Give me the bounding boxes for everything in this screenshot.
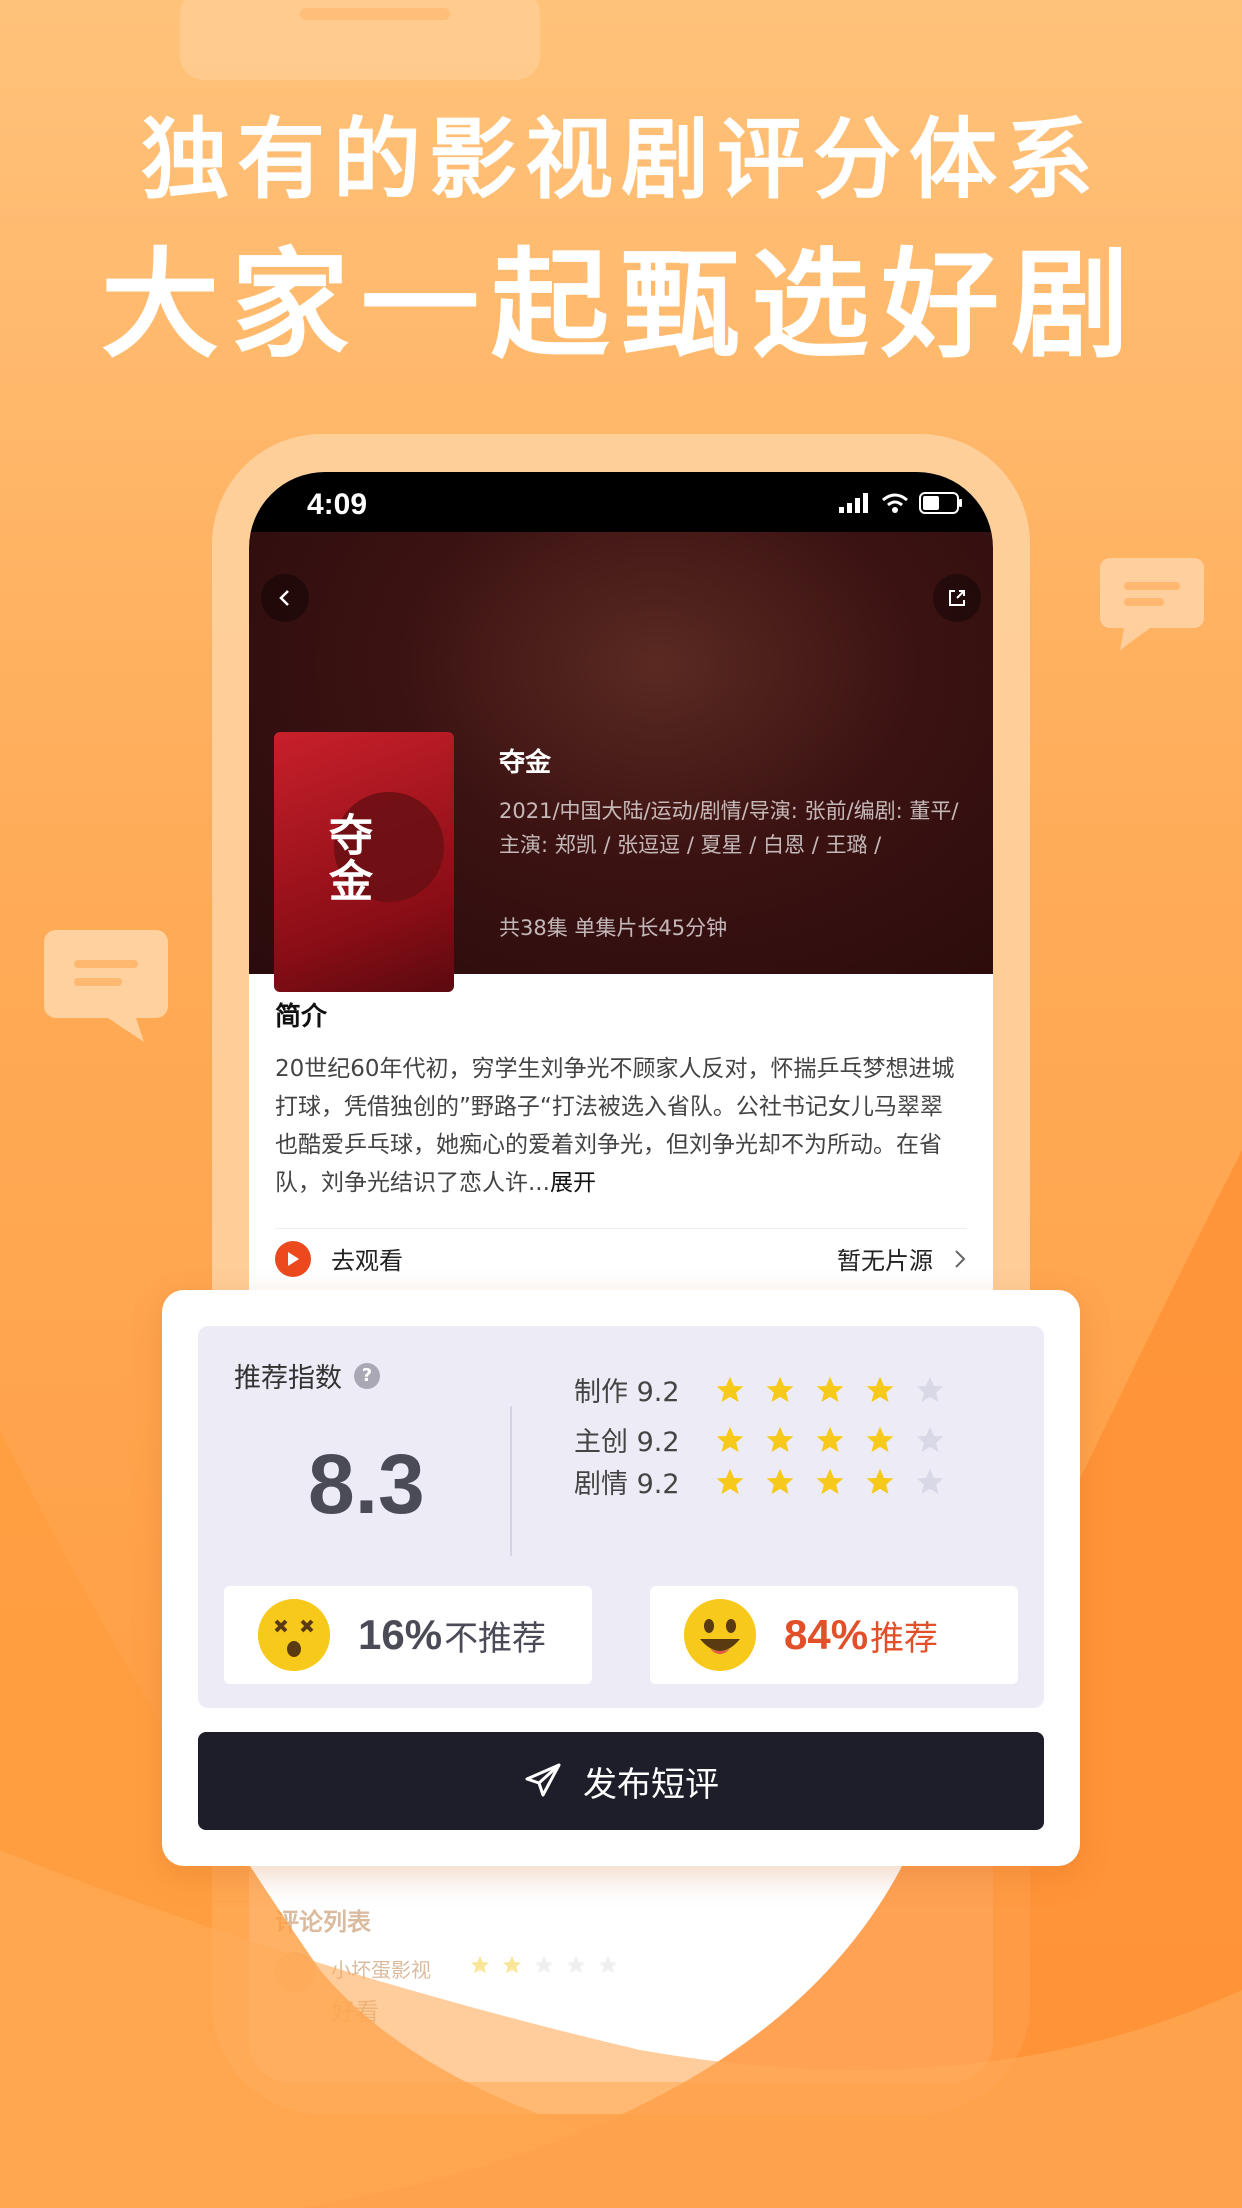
- recommend-button[interactable]: 84% 推荐: [650, 1586, 1018, 1684]
- movie-episodes: 共38集 单集片长45分钟: [499, 916, 728, 940]
- hero-line-2: 大家一起甄选好剧: [100, 236, 1141, 374]
- smile-face-icon: [684, 1599, 756, 1671]
- recommend-index-text: 推荐指数: [234, 1363, 342, 1394]
- star-filled-icon: [502, 1955, 522, 1974]
- publish-review-button[interactable]: 发布短评: [198, 1732, 1044, 1830]
- paper-plane-icon: [525, 1763, 561, 1797]
- rating-label: 剧情 9.2: [574, 1469, 680, 1500]
- not-recommend-pct: 16%: [358, 1611, 443, 1658]
- star-empty-icon: [566, 1955, 586, 1974]
- rating-row-creators: 主创 9.2: [574, 1420, 946, 1459]
- rating-label: 制作 9.2: [574, 1377, 680, 1408]
- rating-stars: [714, 1374, 946, 1406]
- star-filled-icon: [766, 1426, 794, 1452]
- status-time: 4:09: [307, 488, 368, 521]
- hero-headline: 独有的影视剧评分体系 大家一起甄选好剧: [0, 100, 1242, 380]
- comment-text: 好看: [331, 1998, 379, 2026]
- intro-title: 简介: [275, 1002, 328, 1032]
- notch: [419, 472, 823, 528]
- star-empty-icon: [916, 1426, 944, 1452]
- expand-link[interactable]: 展开: [550, 1170, 596, 1196]
- battery-icon: [919, 492, 962, 514]
- recommend-index-label: 推荐指数 ?: [234, 1356, 380, 1395]
- chat-bubble-decor: [44, 930, 168, 1042]
- chat-bubble-decor: [180, 0, 540, 80]
- star-filled-icon: [470, 1955, 490, 1974]
- star-filled-icon: [816, 1376, 844, 1402]
- rating-row-production: 制作 9.2: [574, 1370, 946, 1409]
- wifi-icon: [882, 493, 908, 513]
- chevron-left-icon: [279, 590, 289, 606]
- signal-icon: [839, 493, 868, 513]
- star-filled-icon: [766, 1468, 794, 1494]
- star-filled-icon: [866, 1468, 894, 1494]
- star-filled-icon: [816, 1468, 844, 1494]
- source-status-text: 暂无片源: [837, 1247, 933, 1275]
- rating-panel: 推荐指数 ? 8.3 制作 9.2 主创 9.2 剧情 9.2 16% 不推荐 …: [198, 1326, 1044, 1708]
- movie-title: 夺金: [499, 748, 552, 778]
- intro-text: 20世纪60年代初，穷学生刘争光不顾家人反对，怀揣乒乓梦想进城打球，凭借独创的”…: [275, 1050, 965, 1202]
- movie-meta: 2021/中国大陆/运动/剧情/导演: 张前/编剧: 董平/主演: 郑凯 / 张…: [499, 799, 959, 857]
- star-filled-icon: [716, 1376, 744, 1402]
- publish-review-label: 发布短评: [583, 1764, 719, 1805]
- watch-row[interactable]: 去观看 暂无片源: [275, 1228, 967, 1288]
- star-filled-icon: [716, 1468, 744, 1494]
- dizzy-face-icon: [258, 1599, 330, 1671]
- comment-stars: [469, 1954, 619, 1976]
- star-filled-icon: [866, 1376, 894, 1402]
- recommend-text: 推荐: [870, 1618, 939, 1659]
- star-filled-icon: [816, 1426, 844, 1452]
- star-filled-icon: [866, 1426, 894, 1452]
- divider: [510, 1406, 512, 1556]
- source-status: 暂无片源: [837, 1241, 967, 1276]
- star-filled-icon: [766, 1376, 794, 1402]
- intro-body: 20世纪60年代初，穷学生刘争光不顾家人反对，怀揣乒乓梦想进城打球，凭借独创的”…: [275, 1056, 955, 1196]
- rating-stars: [714, 1424, 946, 1456]
- rating-card: 推荐指数 ? 8.3 制作 9.2 主创 9.2 剧情 9.2 16% 不推荐 …: [162, 1290, 1080, 1866]
- watch-label: 去观看: [331, 1247, 403, 1275]
- commenter-name: 小坏蛋影视: [331, 1958, 431, 1982]
- comment-list-title: 评论列表: [275, 1908, 371, 1936]
- movie-header: 夺金 夺金 2021/中国大陆/运动/剧情/导演: 张前/编剧: 董平/主演: …: [249, 532, 993, 992]
- rating-label: 主创 9.2: [574, 1427, 680, 1458]
- rating-stars: [714, 1466, 946, 1498]
- comment-list: 评论列表 小坏蛋影视 好看: [249, 1842, 993, 2082]
- hero-line-1: 独有的影视剧评分体系: [140, 108, 1101, 211]
- not-recommend-button[interactable]: 16% 不推荐: [224, 1586, 592, 1684]
- star-empty-icon: [598, 1955, 618, 1974]
- star-empty-icon: [534, 1955, 554, 1974]
- share-icon: [949, 590, 965, 606]
- poster-title: 夺金: [321, 812, 372, 904]
- commenter-avatar: [275, 1952, 315, 1992]
- help-icon[interactable]: ?: [354, 1362, 380, 1389]
- recommend-pct: 84%: [784, 1611, 869, 1658]
- rating-row-plot: 剧情 9.2: [574, 1462, 946, 1501]
- play-icon: [275, 1240, 311, 1277]
- chevron-right-icon: [955, 1249, 966, 1268]
- status-bar: 4:09: [249, 472, 993, 532]
- overall-score: 8.3: [308, 1437, 425, 1531]
- star-empty-icon: [916, 1376, 944, 1402]
- status-icons: [839, 492, 963, 514]
- star-empty-icon: [916, 1468, 944, 1494]
- back-button[interactable]: [261, 574, 309, 622]
- not-recommend-text: 不推荐: [444, 1618, 547, 1659]
- chat-bubble-decor: [1100, 558, 1204, 650]
- star-filled-icon: [716, 1426, 744, 1452]
- share-button[interactable]: [933, 574, 981, 622]
- movie-poster: 夺金: [274, 732, 454, 992]
